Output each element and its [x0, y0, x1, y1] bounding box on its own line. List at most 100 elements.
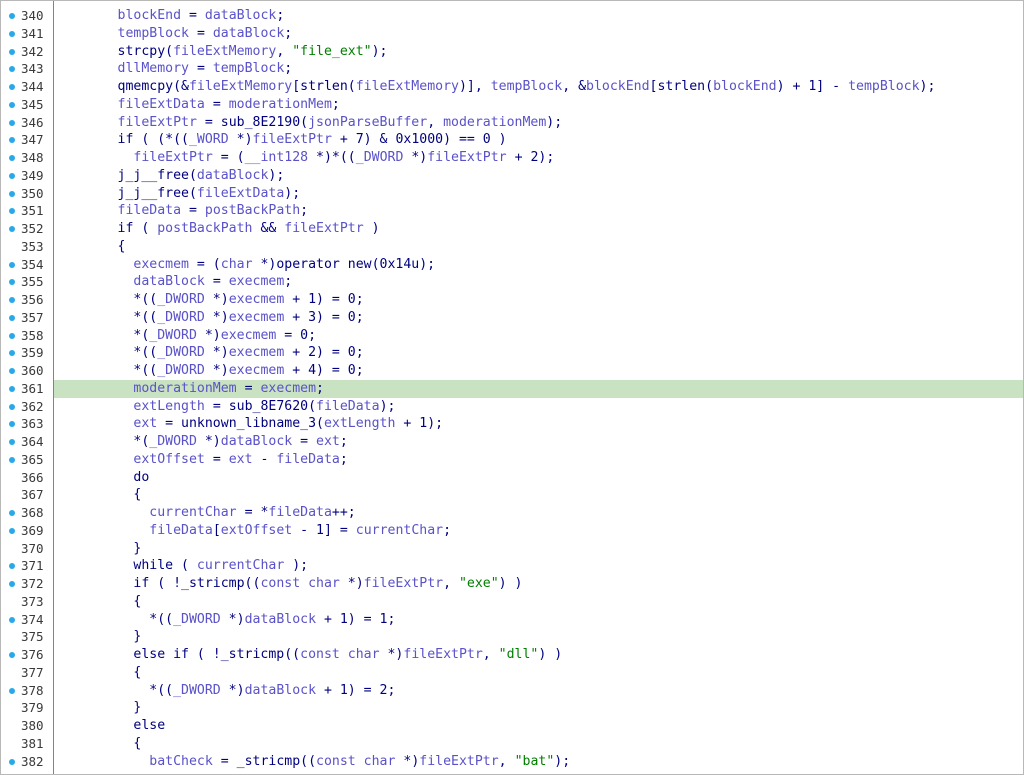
identifier[interactable]: _DWORD	[157, 292, 205, 307]
identifier[interactable]: fileExtMemory	[173, 44, 276, 59]
identifier[interactable]: fileExtPtr	[133, 150, 212, 165]
code-line-347[interactable]: if ( (*((_WORD *)fileExtPtr + 7) & 0x100…	[54, 131, 1023, 149]
code-line-351[interactable]: fileData = postBackPath;	[54, 202, 1023, 220]
identifier[interactable]: fileData	[118, 203, 182, 218]
identifier[interactable]: tempBlock	[848, 79, 919, 94]
identifier[interactable]: char	[221, 257, 253, 272]
identifier[interactable]: ext	[229, 452, 253, 467]
code-line-372[interactable]: if ( !_stricmp((const char *)fileExtPtr,…	[54, 575, 1023, 593]
identifier[interactable]: execmem	[260, 381, 316, 396]
code-line-382[interactable]: batCheck = _stricmp((const char *)fileEx…	[54, 753, 1023, 771]
identifier[interactable]: blockEnd	[118, 8, 182, 23]
code-line-340[interactable]: blockEnd = dataBlock;	[54, 7, 1023, 25]
identifier[interactable]: execmem	[229, 310, 285, 325]
identifier[interactable]: fileExtPtr	[284, 221, 363, 236]
identifier[interactable]: blockEnd	[586, 79, 650, 94]
breakpoint-dot-icon[interactable]	[9, 190, 15, 197]
code-line-353[interactable]: {	[54, 238, 1023, 256]
code-line-379[interactable]: }	[54, 699, 1023, 717]
identifier[interactable]: ext	[133, 416, 157, 431]
breakpoint-dot-icon[interactable]	[9, 30, 15, 37]
code-line-343[interactable]: dllMemory = tempBlock;	[54, 60, 1023, 78]
identifier[interactable]: currentChar	[197, 558, 284, 573]
code-line-346[interactable]: fileExtPtr = sub_8E2190(jsonParseBuffer,…	[54, 114, 1023, 132]
breakpoint-dot-icon[interactable]	[9, 758, 15, 765]
code-line-350[interactable]: j_j__free(fileExtData);	[54, 185, 1023, 203]
identifier[interactable]: tempBlock	[491, 79, 562, 94]
identifier[interactable]: extLength	[324, 416, 395, 431]
breakpoint-dot-icon[interactable]	[9, 66, 15, 73]
code-line-360[interactable]: *((_DWORD *)execmem + 4) = 0;	[54, 362, 1023, 380]
code-line-361[interactable]: moderationMem = execmem;	[54, 379, 1023, 398]
identifier[interactable]: currentChar	[356, 523, 443, 538]
identifier[interactable]: moderationMem	[443, 115, 546, 130]
identifier[interactable]: tempBlock	[213, 61, 284, 76]
identifier[interactable]: const char	[316, 754, 395, 769]
code-line-378[interactable]: *((_DWORD *)dataBlock + 1) = 2;	[54, 682, 1023, 700]
code-line-356[interactable]: *((_DWORD *)execmem + 1) = 0;	[54, 291, 1023, 309]
code-line-374[interactable]: *((_DWORD *)dataBlock + 1) = 1;	[54, 611, 1023, 629]
identifier[interactable]: _DWORD	[157, 345, 205, 360]
identifier[interactable]: fileExtPtr	[253, 132, 332, 147]
code-line-359[interactable]: *((_DWORD *)execmem + 2) = 0;	[54, 344, 1023, 362]
code-area[interactable]: blockEnd = dataBlock; tempBlock = dataBl…	[54, 1, 1023, 774]
identifier[interactable]: const char	[260, 576, 339, 591]
identifier[interactable]: _DWORD	[157, 363, 205, 378]
breakpoint-dot-icon[interactable]	[9, 332, 15, 339]
breakpoint-dot-icon[interactable]	[9, 13, 15, 19]
code-line-366[interactable]: do	[54, 469, 1023, 487]
breakpoint-dot-icon[interactable]	[9, 421, 15, 428]
identifier[interactable]: dataBlock	[245, 683, 316, 698]
identifier[interactable]: execmem	[229, 345, 285, 360]
identifier[interactable]: dataBlock	[213, 26, 284, 41]
code-line-370[interactable]: }	[54, 540, 1023, 558]
code-line-364[interactable]: *(_DWORD *)dataBlock = ext;	[54, 433, 1023, 451]
breakpoint-dot-icon[interactable]	[9, 155, 15, 161]
code-line-377[interactable]: {	[54, 664, 1023, 682]
identifier[interactable]: extLength	[133, 399, 204, 414]
breakpoint-dot-icon[interactable]	[9, 616, 15, 623]
breakpoint-dot-icon[interactable]	[9, 279, 15, 286]
code-line-345[interactable]: fileExtData = moderationMem;	[54, 96, 1023, 114]
breakpoint-dot-icon[interactable]	[9, 439, 15, 445]
code-line-341[interactable]: tempBlock = dataBlock;	[54, 25, 1023, 43]
identifier[interactable]: fileExtPtr	[427, 150, 506, 165]
identifier[interactable]: execmem	[229, 292, 285, 307]
identifier[interactable]: __int128	[245, 150, 309, 165]
breakpoint-dot-icon[interactable]	[9, 581, 15, 587]
identifier[interactable]: const char	[300, 647, 379, 662]
code-line-362[interactable]: extLength = sub_8E7620(fileData);	[54, 398, 1023, 416]
code-line-358[interactable]: *(_DWORD *)execmem = 0;	[54, 327, 1023, 345]
code-line-367[interactable]: {	[54, 486, 1023, 504]
breakpoint-dot-icon[interactable]	[9, 119, 15, 126]
code-line-354[interactable]: execmem = (char *)operator new(0x14u);	[54, 256, 1023, 274]
identifier[interactable]: batCheck	[149, 754, 213, 769]
identifier[interactable]: moderationMem	[133, 381, 236, 396]
identifier[interactable]: execmem	[229, 274, 285, 289]
identifier[interactable]: execmem	[133, 257, 189, 272]
code-line-344[interactable]: qmemcpy(&fileExtMemory[strlen(fileExtMem…	[54, 78, 1023, 96]
identifier[interactable]: fileExtPtr	[118, 115, 197, 130]
code-line-375[interactable]: }	[54, 628, 1023, 646]
breakpoint-dot-icon[interactable]	[9, 687, 15, 694]
identifier[interactable]: dataBlock	[205, 8, 276, 23]
identifier[interactable]: _DWORD	[173, 683, 221, 698]
identifier[interactable]: _DWORD	[356, 150, 404, 165]
breakpoint-dot-icon[interactable]	[9, 48, 15, 55]
identifier[interactable]: moderationMem	[229, 97, 332, 112]
code-line-363[interactable]: ext = unknown_libname_3(extLength + 1);	[54, 415, 1023, 433]
breakpoint-dot-icon[interactable]	[9, 368, 15, 374]
identifier[interactable]: fileExtPtr	[419, 754, 498, 769]
breakpoint-dot-icon[interactable]	[9, 510, 15, 516]
code-line-373[interactable]: {	[54, 593, 1023, 611]
identifier[interactable]: fileData	[316, 399, 380, 414]
breakpoint-dot-icon[interactable]	[9, 261, 15, 268]
code-line-380[interactable]: else	[54, 717, 1023, 735]
breakpoint-dot-icon[interactable]	[9, 563, 15, 570]
code-line-348[interactable]: fileExtPtr = (__int128 *)*((_DWORD *)fil…	[54, 149, 1023, 167]
identifier[interactable]: dataBlock	[133, 274, 204, 289]
code-line-342[interactable]: strcpy(fileExtMemory, "file_ext");	[54, 43, 1023, 61]
identifier[interactable]: execmem	[221, 328, 277, 343]
identifier[interactable]: dllMemory	[118, 61, 189, 76]
code-line-357[interactable]: *((_DWORD *)execmem + 3) = 0;	[54, 309, 1023, 327]
